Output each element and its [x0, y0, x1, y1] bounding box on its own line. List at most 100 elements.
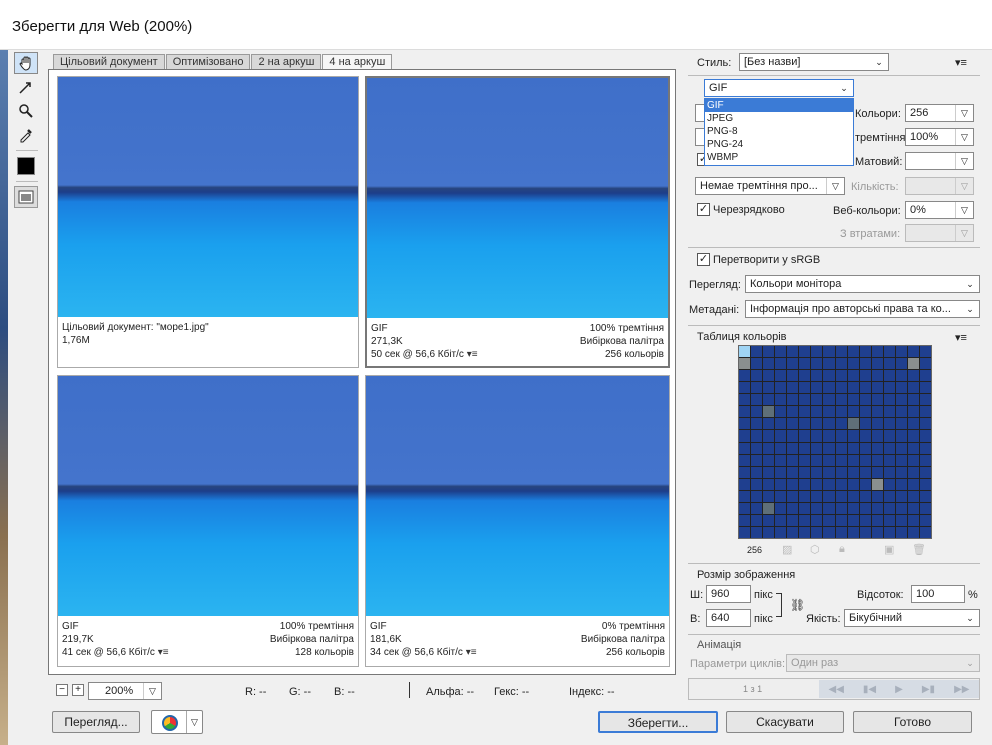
color-swatch[interactable] [787, 430, 799, 442]
done-button[interactable]: Готово [853, 711, 972, 733]
color-swatch[interactable] [823, 466, 835, 478]
color-swatch[interactable] [895, 394, 907, 406]
color-swatch[interactable] [787, 370, 799, 382]
color-swatch[interactable] [907, 394, 919, 406]
next-frame-icon[interactable]: ▶▮ [922, 684, 935, 695]
color-swatch[interactable] [919, 502, 931, 514]
interlaced-checkbox[interactable]: ✓ [697, 203, 710, 216]
color-swatch[interactable] [895, 490, 907, 502]
color-swatch[interactable] [847, 478, 859, 490]
color-swatch[interactable] [835, 418, 847, 430]
color-swatch[interactable] [775, 418, 787, 430]
color-swatch[interactable] [859, 502, 871, 514]
color-swatch[interactable] [763, 418, 775, 430]
zoom-select[interactable]: 200% ▽ [88, 682, 162, 700]
browser-select[interactable]: ▽ [151, 710, 203, 734]
color-swatch[interactable] [883, 346, 895, 358]
color-swatch[interactable] [883, 490, 895, 502]
color-swatch[interactable] [859, 514, 871, 526]
color-swatch[interactable] [739, 370, 751, 382]
color-swatch[interactable] [883, 454, 895, 466]
color-swatch[interactable] [799, 346, 811, 358]
color-swatch[interactable] [799, 418, 811, 430]
color-swatch[interactable] [823, 358, 835, 370]
color-table-menu-icon[interactable]: ▾≡ [955, 331, 967, 344]
color-swatch[interactable] [739, 430, 751, 442]
color-swatch[interactable] [763, 346, 775, 358]
quality-select[interactable]: Бікубічний ⌄ [844, 609, 980, 627]
color-swatch[interactable] [775, 346, 787, 358]
color-swatch[interactable] [895, 502, 907, 514]
color-swatch[interactable] [859, 406, 871, 418]
color-swatch[interactable] [883, 526, 895, 538]
color-swatch[interactable] [799, 370, 811, 382]
color-swatch[interactable] [775, 526, 787, 538]
save-button[interactable]: Зберегти... [598, 711, 718, 733]
cancel-button[interactable]: Скасувати [726, 711, 844, 733]
color-swatch[interactable] [835, 346, 847, 358]
color-swatch[interactable] [835, 358, 847, 370]
color-swatch[interactable] [847, 394, 859, 406]
color-swatch[interactable] [787, 502, 799, 514]
matte-select[interactable]: ▽ [905, 152, 974, 170]
color-swatch[interactable] [823, 370, 835, 382]
color-swatch[interactable] [883, 502, 895, 514]
color-swatch[interactable] [919, 394, 931, 406]
color-swatch[interactable] [739, 466, 751, 478]
color-swatch[interactable] [787, 490, 799, 502]
color-swatch[interactable] [811, 454, 823, 466]
color-swatch[interactable] [823, 478, 835, 490]
color-swatch[interactable] [823, 430, 835, 442]
color-swatch[interactable] [907, 370, 919, 382]
color-swatch[interactable] [739, 346, 751, 358]
color-swatch[interactable] [739, 502, 751, 514]
color-swatch[interactable] [919, 370, 931, 382]
color-swatch[interactable] [823, 490, 835, 502]
color-swatch[interactable] [775, 382, 787, 394]
tab-optimized[interactable]: Оптимізовано [165, 54, 251, 70]
dither-select[interactable]: 100% ▽ [905, 128, 974, 146]
color-swatch[interactable] [919, 490, 931, 502]
color-swatch[interactable] [871, 466, 883, 478]
color-swatch[interactable] [751, 406, 763, 418]
color-swatch[interactable] [871, 394, 883, 406]
color-swatch[interactable] [787, 418, 799, 430]
color-swatch[interactable] [895, 382, 907, 394]
tab-4-up[interactable]: 4 на аркуш [322, 54, 393, 70]
color-swatch[interactable] [787, 454, 799, 466]
color-swatch[interactable] [799, 394, 811, 406]
color-swatch[interactable] [799, 442, 811, 454]
width-input[interactable]: 960 [706, 585, 751, 603]
color-swatch[interactable] [919, 466, 931, 478]
color-swatch[interactable] [775, 358, 787, 370]
color-swatch[interactable] [883, 478, 895, 490]
color-swatch[interactable] [895, 442, 907, 454]
color-swatch[interactable] [751, 490, 763, 502]
color-swatch[interactable] [763, 478, 775, 490]
color-swatch[interactable] [847, 442, 859, 454]
color-swatch[interactable] [799, 406, 811, 418]
color-swatch[interactable] [823, 394, 835, 406]
color-swatch[interactable] [739, 526, 751, 538]
height-input[interactable]: 640 [706, 609, 751, 627]
format-option-png8[interactable]: PNG-8 [705, 125, 853, 138]
color-swatch[interactable] [907, 466, 919, 478]
color-swatch[interactable] [751, 358, 763, 370]
color-swatch[interactable] [811, 502, 823, 514]
link-icon[interactable]: ⛓︎ [790, 598, 805, 612]
color-swatch[interactable] [739, 358, 751, 370]
color-swatch[interactable] [895, 430, 907, 442]
color-swatch[interactable] [763, 370, 775, 382]
new-color-icon[interactable]: ▣ [884, 543, 894, 556]
color-swatch[interactable] [859, 454, 871, 466]
color-swatch[interactable] [763, 502, 775, 514]
color-swatch[interactable] [847, 454, 859, 466]
color-swatch[interactable] [799, 490, 811, 502]
color-swatch[interactable] [847, 514, 859, 526]
color-swatch[interactable] [907, 430, 919, 442]
color-swatch[interactable] [835, 370, 847, 382]
format-option-wbmp[interactable]: WBMP [705, 151, 853, 164]
color-swatch[interactable] [895, 526, 907, 538]
color-swatch[interactable] [835, 526, 847, 538]
toggle-slices-icon[interactable] [14, 186, 38, 208]
